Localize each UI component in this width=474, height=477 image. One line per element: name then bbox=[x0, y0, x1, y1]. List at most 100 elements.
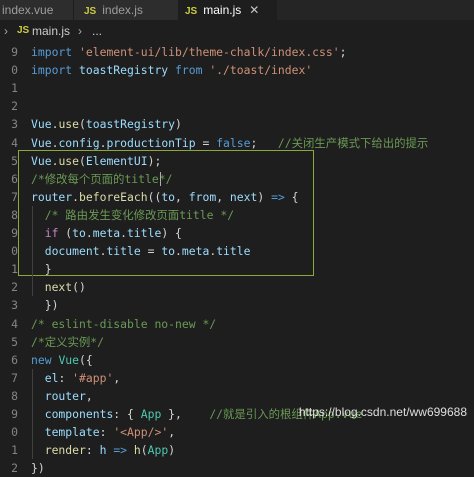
code-token: ElementUI bbox=[85, 153, 148, 168]
code-token: productionTip bbox=[106, 135, 196, 150]
code-token: false bbox=[216, 135, 251, 150]
code-token: template bbox=[44, 425, 100, 440]
code-text: router.beforeEach((to, from, next) => { bbox=[31, 188, 299, 206]
line-number: 0 bbox=[11, 425, 18, 440]
code-token: ) bbox=[175, 117, 182, 132]
code-text: import toastRegistry from './toast/index… bbox=[31, 61, 312, 79]
code-token: Vue bbox=[58, 352, 80, 367]
tab-index-js[interactable]: JS index.js bbox=[74, 0, 178, 20]
code-token: Vue bbox=[31, 135, 52, 150]
line-number: 7 bbox=[11, 189, 18, 204]
code-token: title bbox=[216, 244, 251, 259]
code-token: title bbox=[106, 244, 141, 259]
breadcrumb: › JS main.js › ... bbox=[0, 21, 474, 41]
line-number: 6 bbox=[11, 352, 18, 367]
line-number: 7 bbox=[11, 370, 18, 385]
code-line[interactable]: 9 import 'element-ui/lib/theme-chalk/inde… bbox=[0, 43, 474, 61]
chevron-right-icon: › bbox=[4, 24, 8, 38]
code-line[interactable]: 8 router, bbox=[0, 387, 474, 405]
code-text: document.title = to.meta.title bbox=[31, 242, 251, 260]
code-line[interactable]: 0 import toastRegistry from './toast/inde… bbox=[0, 61, 474, 79]
code-text: template: '<App/>', bbox=[31, 423, 175, 441]
code-line[interactable]: 5 /*定义实例*/ bbox=[0, 333, 474, 351]
code-token: ( bbox=[140, 443, 148, 458]
code-token: config bbox=[58, 135, 100, 150]
code-token: use bbox=[58, 153, 80, 168]
breadcrumb-file[interactable]: main.js bbox=[32, 21, 70, 41]
tab-bar: index.vue JS index.js JS main.js ✕ bbox=[0, 0, 474, 21]
code-token: to bbox=[161, 244, 176, 259]
code-line[interactable]: 7 router.beforeEach((to, from, next) => { bbox=[0, 188, 474, 206]
code-token: = bbox=[140, 244, 162, 259]
code-token: App bbox=[147, 443, 169, 458]
code-editor[interactable]: 9 import 'element-ui/lib/theme-chalk/inde… bbox=[0, 40, 474, 475]
code-token: import bbox=[31, 45, 73, 59]
code-token: } bbox=[31, 262, 52, 277]
js-file-icon: JS bbox=[84, 6, 97, 17]
code-token: next bbox=[229, 189, 258, 204]
line-number: 2 bbox=[11, 280, 18, 295]
code-token: to bbox=[72, 226, 86, 240]
code-line[interactable]: 7 el: '#app', bbox=[0, 369, 474, 387]
code-token: title bbox=[127, 226, 162, 240]
breadcrumb-symbol[interactable]: ... bbox=[92, 21, 102, 41]
code-token: /*修改每个页面的title*/ bbox=[31, 171, 173, 186]
code-token: router bbox=[31, 189, 73, 204]
code-token: { bbox=[284, 189, 299, 204]
code-line[interactable]: 8 /* 路由发生变化修改页面title */ bbox=[0, 206, 474, 224]
code-line[interactable]: 1 } bbox=[0, 260, 474, 278]
code-token: new bbox=[31, 352, 52, 367]
code-text: Vue.use(ElementUI); bbox=[31, 152, 161, 170]
code-token: => bbox=[113, 443, 128, 458]
line-number: 1 bbox=[11, 443, 18, 458]
code-token: ( bbox=[79, 117, 86, 132]
code-line[interactable]: 4 /* eslint-disable no-new */ bbox=[0, 315, 474, 333]
code-token: ; bbox=[250, 135, 278, 150]
code-token: if bbox=[44, 226, 59, 240]
close-icon[interactable]: ✕ bbox=[249, 3, 259, 17]
code-token: from bbox=[175, 63, 203, 78]
code-text: el: '#app', bbox=[31, 369, 120, 387]
code-line[interactable]: 6 /*修改每个页面的title*/ bbox=[0, 170, 474, 188]
indent-guide bbox=[32, 368, 33, 460]
code-token: => bbox=[271, 189, 285, 204]
code-token: . bbox=[120, 226, 128, 240]
code-line[interactable]: 9 if (to.meta.title) { bbox=[0, 224, 474, 242]
code-line[interactable]: 6 new Vue({ bbox=[0, 351, 474, 369]
code-line[interactable]: 0 template: '<App/>', bbox=[0, 423, 474, 441]
tab-main-js[interactable]: JS main.js ✕ bbox=[179, 0, 277, 20]
code-line[interactable]: 1 render: h => h(App) bbox=[0, 441, 474, 459]
code-line[interactable]: 5 Vue.use(ElementUI); bbox=[0, 152, 474, 170]
code-line[interactable]: 2 bbox=[0, 97, 474, 115]
code-line[interactable]: 2}) bbox=[0, 459, 474, 477]
code-token: './toast/index' bbox=[209, 63, 313, 78]
code-token: App bbox=[140, 407, 162, 421]
code-line[interactable]: 2 next() bbox=[0, 278, 474, 296]
code-token: meta bbox=[181, 244, 210, 259]
code-text: new Vue({ bbox=[31, 351, 93, 369]
code-text: Vue.use(toastRegistry) bbox=[31, 115, 182, 133]
code-text: /* eslint-disable no-new */ bbox=[31, 315, 216, 333]
code-token: h bbox=[99, 443, 107, 458]
tab-index-vue[interactable]: index.vue bbox=[0, 0, 73, 20]
line-number: 8 bbox=[11, 207, 18, 222]
code-token: meta bbox=[92, 226, 121, 240]
code-line[interactable]: 4 Vue.config.productionTip = false; //关闭生… bbox=[0, 134, 474, 152]
code-line[interactable]: 3 Vue.use(toastRegistry) bbox=[0, 115, 474, 133]
line-number: 3 bbox=[11, 298, 18, 313]
tab-label: main.js bbox=[203, 3, 242, 17]
code-line[interactable]: 3 }) bbox=[0, 296, 474, 314]
code-token: = bbox=[195, 135, 217, 150]
code-text: import 'element-ui/lib/theme-chalk/index… bbox=[31, 43, 346, 61]
code-line[interactable]: 0 document.title = to.meta.title bbox=[0, 242, 474, 260]
code-line[interactable]: 1 bbox=[0, 79, 474, 97]
line-number: 4 bbox=[11, 135, 18, 150]
